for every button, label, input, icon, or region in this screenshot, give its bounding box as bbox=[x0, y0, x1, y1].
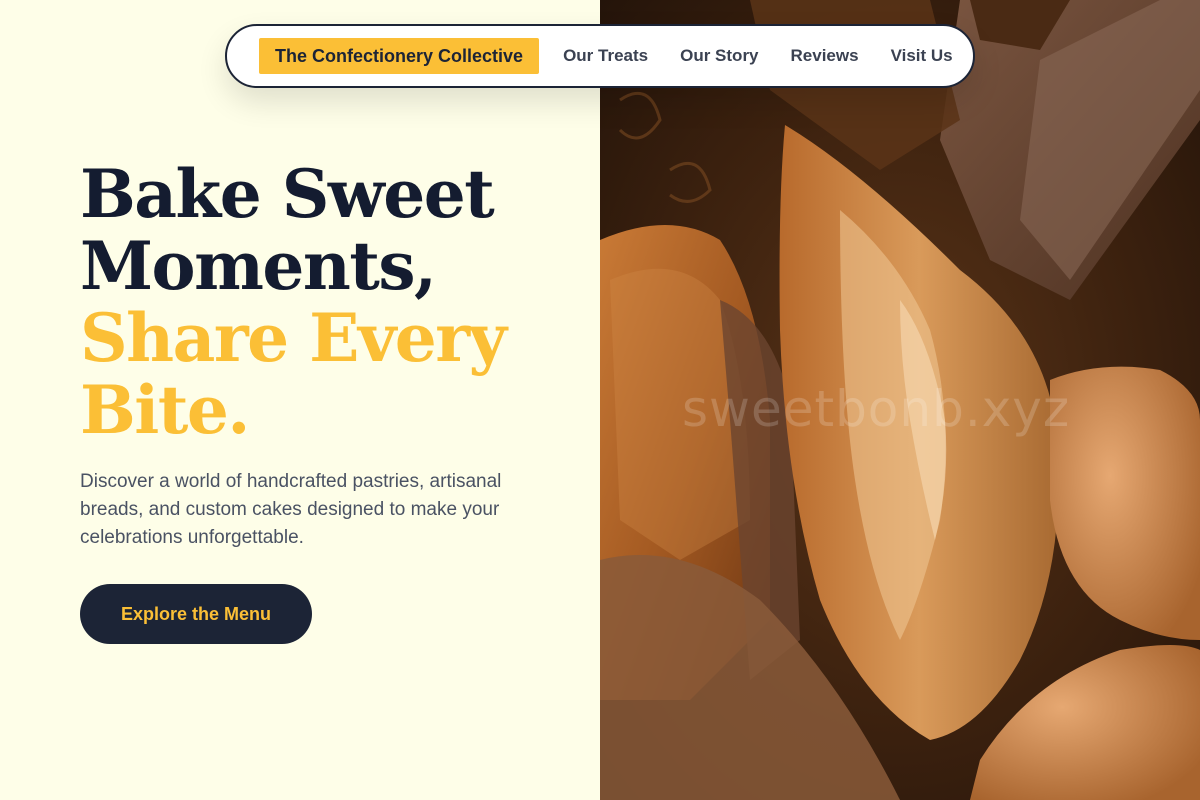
headline-line-1: Bake Sweet bbox=[80, 155, 495, 233]
nav-link-our-treats[interactable]: Our Treats bbox=[563, 46, 648, 66]
explore-menu-button[interactable]: Explore the Menu bbox=[80, 584, 312, 644]
nav-link-visit-us[interactable]: Visit Us bbox=[891, 46, 953, 66]
watermark-text: sweetbonb.xyz bbox=[682, 380, 1071, 438]
brand-logo[interactable]: The Confectionery Collective bbox=[259, 38, 540, 74]
hero-headline: Bake Sweet Moments, Share Every Bite. bbox=[80, 158, 580, 446]
hero-image: sweetbonb.xyz bbox=[600, 0, 1200, 800]
headline-accent-line-2: Bite. bbox=[80, 371, 250, 449]
top-navigation-bar: The Confectionery Collective Our Treats … bbox=[225, 24, 975, 88]
headline-accent-line-1: Share Every bbox=[80, 299, 507, 377]
headline-line-2: Moments, bbox=[80, 227, 437, 305]
hero-description: Discover a world of handcrafted pastries… bbox=[80, 471, 502, 548]
nav-link-reviews[interactable]: Reviews bbox=[791, 46, 859, 66]
nav-link-our-story[interactable]: Our Story bbox=[680, 46, 758, 66]
